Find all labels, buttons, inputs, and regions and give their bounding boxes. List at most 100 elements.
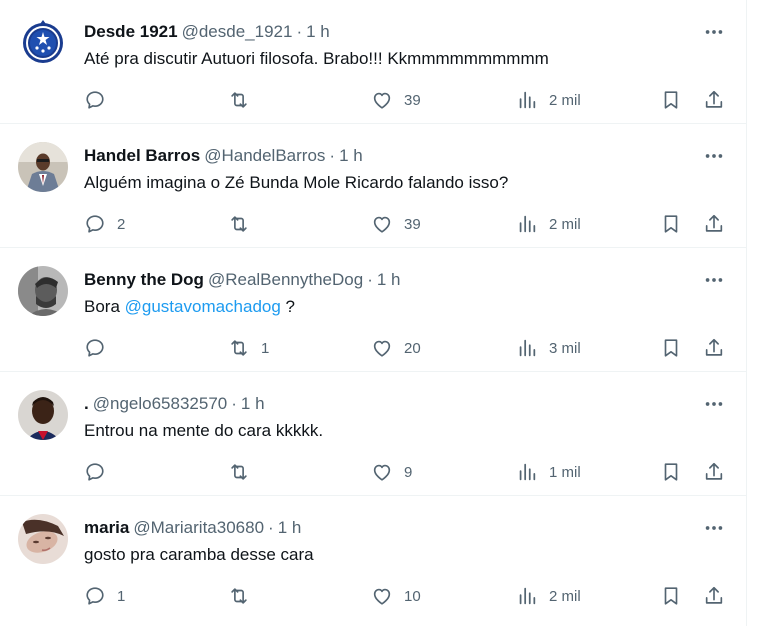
views-button[interactable]: 3 mil — [516, 336, 581, 360]
like-button[interactable]: 9 — [371, 460, 412, 484]
timestamp[interactable]: 1 h — [339, 146, 363, 165]
views-button[interactable]: 2 mil — [516, 88, 581, 112]
handle[interactable]: @Mariarita30680 — [133, 518, 264, 537]
reply-button[interactable]: 2 — [84, 212, 125, 236]
bookmark-icon — [664, 215, 678, 233]
like-count: 10 — [404, 587, 421, 605]
reply-button[interactable]: 1 — [84, 584, 125, 608]
more-options-button[interactable] — [700, 270, 728, 290]
avatar[interactable] — [18, 514, 68, 564]
more-options-button[interactable] — [700, 394, 728, 414]
separator-dot: · — [268, 518, 274, 537]
views-count: 1 mil — [549, 463, 581, 481]
more-options-button[interactable] — [700, 146, 728, 166]
like-button[interactable]: 20 — [371, 336, 421, 360]
bookmark-button[interactable] — [660, 212, 682, 236]
reply-count: 2 — [117, 215, 126, 233]
bookmark-button[interactable] — [660, 88, 682, 112]
handle[interactable]: @ngelo65832570 — [93, 394, 228, 413]
reply-button[interactable] — [84, 460, 117, 484]
views-chart-icon — [519, 339, 536, 357]
avatar[interactable] — [18, 266, 68, 316]
timestamp[interactable]: 1 h — [241, 394, 265, 413]
views-count: 2 mil — [549, 91, 581, 109]
like-button[interactable]: 39 — [371, 212, 421, 236]
share-button[interactable] — [703, 88, 725, 112]
bookmark-button[interactable] — [660, 336, 682, 360]
views-count: 3 mil — [549, 339, 581, 357]
avatar[interactable] — [18, 18, 68, 68]
share-button[interactable] — [703, 584, 725, 608]
more-options-button[interactable] — [700, 518, 728, 538]
reply-icon — [86, 463, 104, 481]
retweet-count: 1 — [261, 339, 270, 357]
display-name[interactable]: Desde 1921 — [84, 22, 178, 41]
tweet-header: Benny the Dog @RealBennytheDog · 1 h — [84, 269, 401, 291]
tweet-header: Handel Barros @HandelBarros · 1 h — [84, 145, 363, 167]
tweet-actions: 9 1 mil — [0, 460, 747, 484]
share-button[interactable] — [703, 460, 725, 484]
timestamp[interactable]: 1 h — [377, 270, 401, 289]
share-button[interactable] — [703, 212, 725, 236]
reply-button[interactable] — [84, 88, 117, 112]
views-chart-icon — [519, 215, 536, 233]
like-button[interactable]: 39 — [371, 88, 421, 112]
share-button[interactable] — [703, 336, 725, 360]
timestamp[interactable]: 1 h — [278, 518, 302, 537]
views-chart-icon — [519, 91, 536, 109]
retweet-button[interactable] — [228, 212, 261, 236]
retweet-button[interactable] — [228, 584, 261, 608]
share-icon — [705, 338, 723, 356]
heart-icon — [373, 216, 391, 233]
views-count: 2 mil — [549, 587, 581, 605]
tweet[interactable]: Handel Barros @HandelBarros · 1 h Alguém im… — [0, 124, 747, 248]
handle[interactable]: @RealBennytheDog — [208, 270, 363, 289]
tweet[interactable]: maria @Mariarita30680 · 1 h gosto pra caram… — [0, 496, 747, 620]
more-horizontal-icon — [705, 154, 723, 158]
views-button[interactable]: 2 mil — [516, 212, 581, 236]
tweet-text-prefix: Bora — [84, 297, 125, 316]
more-options-button[interactable] — [700, 22, 728, 42]
retweet-icon — [231, 216, 247, 232]
bookmark-icon — [664, 339, 678, 357]
tweet-actions: 39 2 mil — [0, 88, 747, 112]
views-button[interactable]: 1 mil — [516, 460, 581, 484]
share-icon — [705, 462, 723, 480]
share-icon — [705, 90, 723, 108]
retweet-button[interactable]: 1 — [228, 336, 269, 360]
tweet-text: Bora @gustavomachadog ? — [84, 296, 295, 318]
retweet-button[interactable] — [228, 460, 261, 484]
retweet-icon — [231, 340, 247, 356]
avatar[interactable] — [18, 390, 68, 440]
reply-icon — [86, 91, 104, 109]
tweet-text-suffix: ? — [280, 297, 296, 316]
handle[interactable]: @HandelBarros — [204, 146, 325, 165]
handle[interactable]: @desde_1921 — [182, 22, 293, 41]
views-chart-icon — [519, 587, 536, 605]
display-name[interactable]: Benny the Dog — [84, 270, 204, 289]
display-name[interactable]: maria — [84, 518, 129, 537]
timestamp[interactable]: 1 h — [306, 22, 330, 41]
tweet-actions: 1 20 3 mil — [0, 336, 747, 360]
separator-dot: · — [231, 394, 237, 413]
views-button[interactable]: 2 mil — [516, 584, 581, 608]
more-horizontal-icon — [705, 278, 723, 282]
avatar[interactable] — [18, 142, 68, 192]
bookmark-button[interactable] — [660, 460, 682, 484]
tweet-text: Até pra discutir Autuori filosofa. Brabo… — [84, 49, 549, 68]
tweet[interactable]: . @ngelo65832570 · 1 h Entrou na mente do c… — [0, 372, 747, 496]
display-name[interactable]: . — [84, 394, 89, 413]
tweet-header: . @ngelo65832570 · 1 h — [84, 393, 265, 415]
reply-count: 1 — [117, 587, 126, 605]
display-name[interactable]: Handel Barros — [84, 146, 200, 165]
like-count: 39 — [404, 91, 421, 109]
reply-button[interactable] — [84, 336, 117, 360]
tweet[interactable]: Desde 1921 @desde_1921 · 1 h Até pra discut… — [0, 0, 747, 124]
bookmark-button[interactable] — [660, 584, 682, 608]
like-count: 9 — [404, 463, 413, 481]
mention-link[interactable]: @gustavomachadog — [125, 297, 281, 316]
tweet[interactable]: Benny the Dog @RealBennytheDog · 1 h Bora @… — [0, 248, 747, 372]
separator-dot: · — [329, 146, 336, 165]
retweet-button[interactable] — [228, 88, 261, 112]
like-button[interactable]: 10 — [371, 584, 421, 608]
